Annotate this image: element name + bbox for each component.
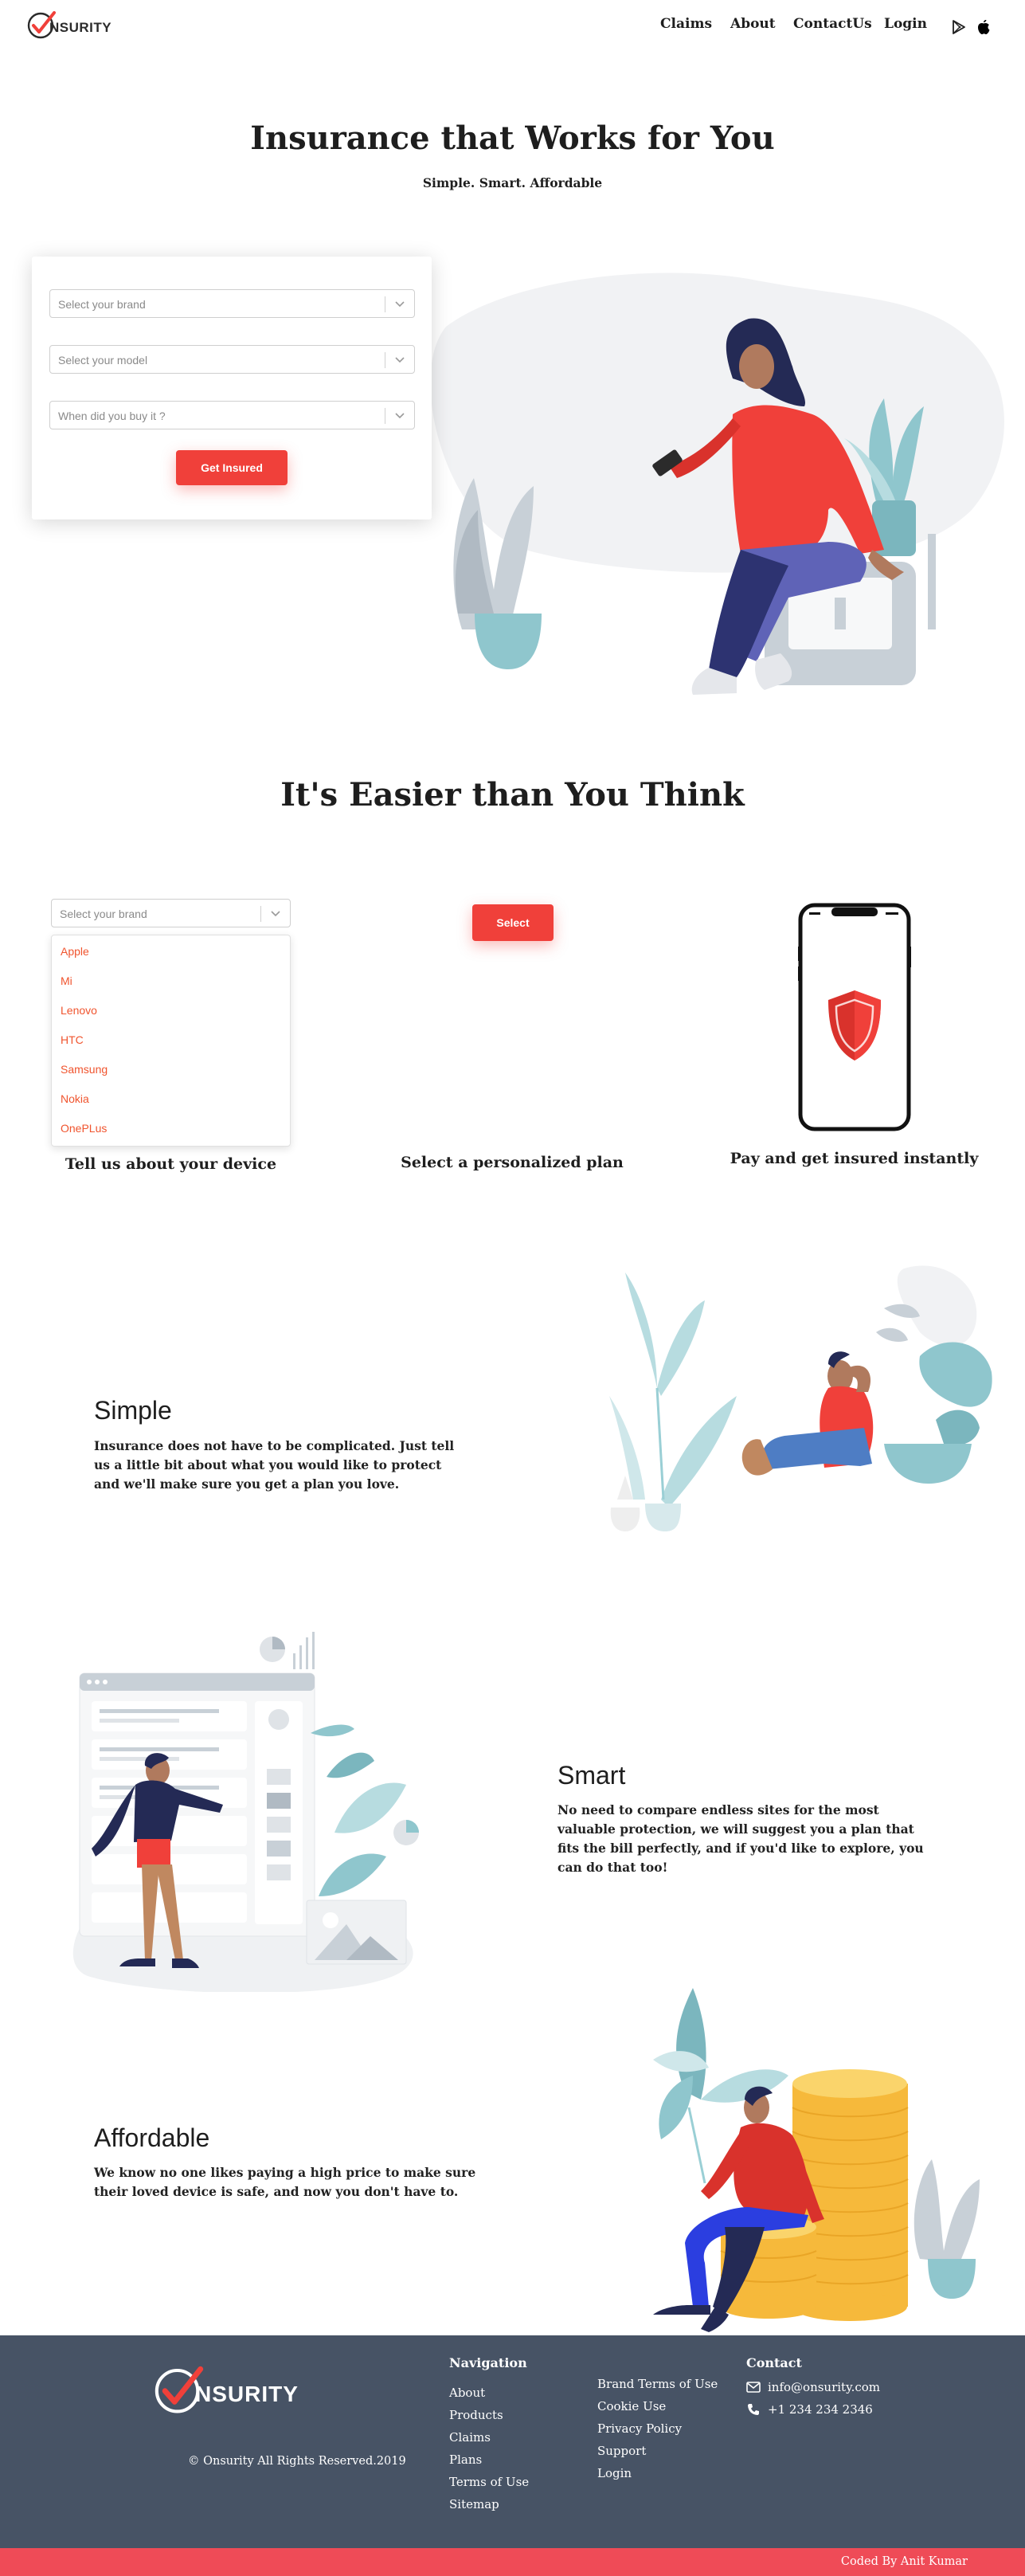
quote-form-card: Select your brand Select your model When…: [32, 257, 432, 520]
mail-icon: [746, 2382, 761, 2393]
affordable-illustration: [653, 1988, 980, 2332]
steps-title: It's Easier than You Think: [280, 776, 745, 814]
model-select-placeholder: Select your model: [58, 354, 148, 367]
feature-smart-body: No need to compare endless sites for the…: [557, 1802, 924, 1875]
simple-illustration: [609, 1265, 992, 1531]
brand-option-htc[interactable]: HTC: [61, 1033, 84, 1046]
step-caption-plan: Select a personalized plan: [401, 1154, 624, 1171]
brand-dropdown-menu: Apple Mi Lenovo HTC Samsung Nokia OnePLu…: [51, 935, 291, 1147]
footer-link-privacy[interactable]: Privacy Policy: [597, 2421, 682, 2436]
step-caption-pay: Pay and get insured instantly: [730, 1150, 979, 1167]
get-insured-button[interactable]: Get Insured: [176, 450, 288, 485]
footer-link-terms[interactable]: Terms of Use: [449, 2475, 529, 2489]
step-brand-select[interactable]: Select your brand: [51, 899, 291, 927]
footer-link-cookie-use[interactable]: Cookie Use: [597, 2399, 666, 2413]
logo-text: NSURITY: [49, 20, 112, 35]
footer-link-login[interactable]: Login: [597, 2466, 632, 2480]
footer-link-support[interactable]: Support: [597, 2444, 646, 2458]
nav-contactus[interactable]: ContactUs: [793, 16, 872, 32]
purchase-date-placeholder: When did you buy it ?: [58, 410, 166, 422]
purchase-date-select[interactable]: When did you buy it ?: [49, 401, 415, 429]
brand-option-oneplus[interactable]: OnePLus: [61, 1122, 107, 1135]
footer-link-products[interactable]: Products: [449, 2408, 503, 2422]
credit-bar: Coded By Anit Kumar: [0, 2548, 1025, 2576]
footer-link-plans[interactable]: Plans: [449, 2452, 482, 2467]
brand-option-lenovo[interactable]: Lenovo: [61, 1004, 97, 1017]
footer-link-about[interactable]: About: [449, 2386, 485, 2400]
brand-option-nokia[interactable]: Nokia: [61, 1092, 89, 1105]
footer-link-sitemap[interactable]: Sitemap: [449, 2497, 499, 2511]
feature-affordable-title: Affordable: [94, 2123, 210, 2152]
chevron-down-icon: [395, 413, 405, 419]
header: NSURITY Claims About ContactUs Login: [0, 0, 1025, 53]
chevron-down-icon: [271, 911, 280, 917]
footer: NSURITY © Onsurity All Rights Reserved.2…: [0, 2335, 1025, 2548]
phone-shield-icon: [798, 903, 911, 1131]
step-caption-device: Tell us about your device: [65, 1155, 277, 1173]
footer-link-brand-terms[interactable]: Brand Terms of Use: [597, 2377, 718, 2391]
feature-affordable-body: We know no one likes paying a high price…: [94, 2165, 476, 2199]
model-select[interactable]: Select your model: [49, 345, 415, 374]
footer-phone[interactable]: +1 234 234 2346: [768, 2402, 873, 2417]
phone-icon: [748, 2404, 759, 2415]
nav-claims[interactable]: Claims: [660, 16, 712, 32]
hero-illustration: [430, 272, 1004, 695]
feature-simple-body: Insurance does not have to be complicate…: [94, 1438, 455, 1492]
footer-copyright: © Onsurity All Rights Reserved.2019: [188, 2455, 406, 2468]
nav-login[interactable]: Login: [884, 16, 927, 32]
apple-icon[interactable]: [976, 18, 991, 35]
hero-title: Insurance that Works for You: [250, 120, 775, 157]
brand-option-mi[interactable]: Mi: [61, 974, 72, 987]
logo[interactable]: NSURITY: [25, 8, 113, 41]
brand-option-samsung[interactable]: Samsung: [61, 1063, 108, 1076]
google-play-icon[interactable]: [951, 19, 967, 35]
feature-simple-title: Simple: [94, 1396, 172, 1425]
brand-option-apple[interactable]: Apple: [61, 945, 89, 958]
footer-contact-heading: Contact: [746, 2355, 802, 2370]
feature-smart-title: Smart: [557, 1761, 626, 1790]
footer-email[interactable]: info@onsurity.com: [768, 2380, 880, 2394]
brand-select[interactable]: Select your brand: [49, 289, 415, 318]
brand-select-placeholder: Select your brand: [58, 298, 146, 311]
nav-about[interactable]: About: [730, 16, 776, 32]
chevron-down-icon: [395, 301, 405, 308]
footer-link-claims[interactable]: Claims: [449, 2430, 491, 2445]
hero-subtitle: Simple. Smart. Affordable: [422, 175, 603, 190]
footer-logo-text: NSURITY: [195, 2382, 299, 2406]
credit-text: Coded By Anit Kumar: [840, 2555, 968, 2568]
smart-illustration: [72, 1632, 419, 1992]
footer-logo[interactable]: NSURITY: [151, 2361, 319, 2418]
step-brand-placeholder: Select your brand: [60, 908, 147, 920]
select-plan-button[interactable]: Select: [472, 904, 554, 941]
chevron-down-icon: [395, 357, 405, 363]
footer-nav-heading: Navigation: [449, 2355, 527, 2370]
